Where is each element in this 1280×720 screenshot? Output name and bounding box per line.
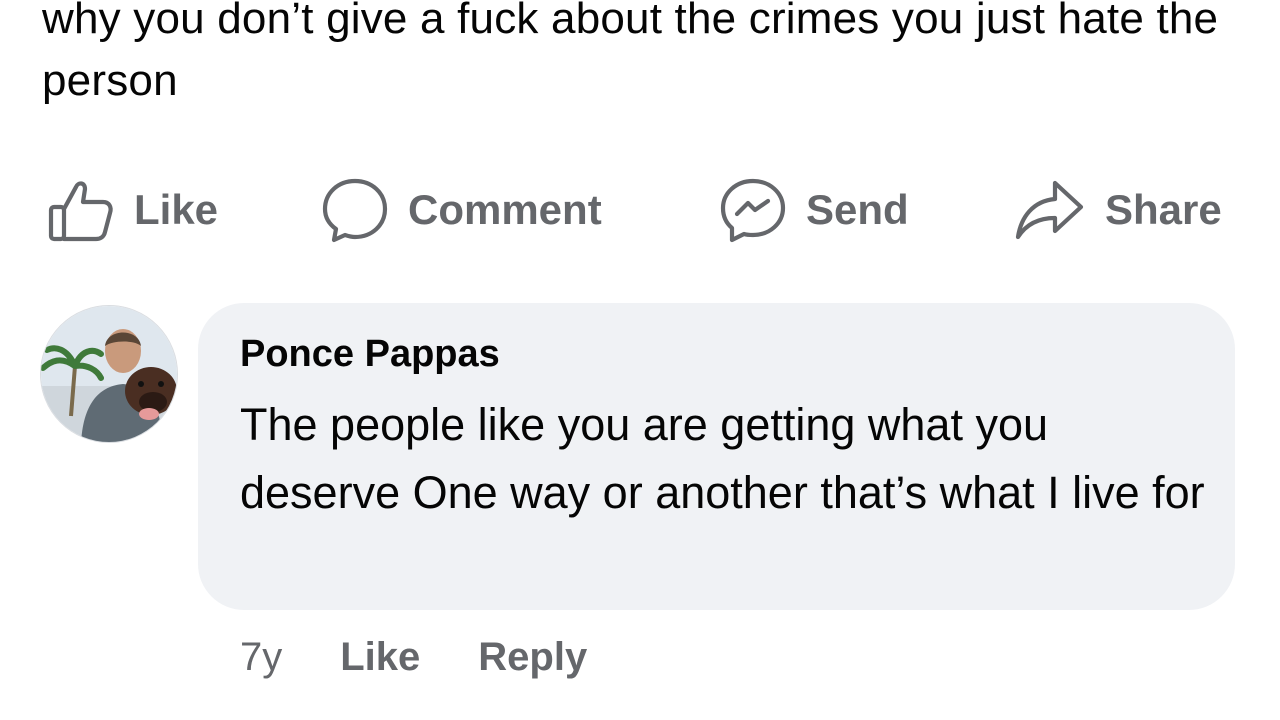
comment-label: Comment bbox=[408, 186, 602, 233]
comment-button[interactable]: Comment bbox=[322, 170, 602, 250]
thumbs-up-icon bbox=[48, 177, 114, 243]
comment-reply-button[interactable]: Reply bbox=[478, 635, 587, 680]
comment-timestamp[interactable]: 7y bbox=[240, 635, 282, 680]
share-label: Share bbox=[1105, 186, 1222, 233]
like-button[interactable]: Like bbox=[48, 170, 218, 250]
comment-meta: 7y Like Reply bbox=[240, 625, 645, 689]
send-button[interactable]: Send bbox=[720, 170, 909, 250]
post-text: why you don’t give a fuck about the crim… bbox=[42, 0, 1219, 105]
post-action-bar: Like Comment Send Share bbox=[0, 170, 1280, 250]
commenter-name[interactable]: Ponce Pappas bbox=[240, 333, 500, 376]
messenger-icon bbox=[720, 177, 786, 243]
comment-text: The people like you are getting what you… bbox=[240, 399, 1205, 518]
comment-bubble-icon bbox=[322, 177, 388, 243]
send-label: Send bbox=[806, 186, 909, 233]
commenter-avatar[interactable] bbox=[40, 305, 178, 443]
share-arrow-icon bbox=[1015, 177, 1085, 243]
comment-bubble: Ponce Pappas The people like you are get… bbox=[198, 303, 1235, 610]
like-label: Like bbox=[134, 186, 219, 233]
share-button[interactable]: Share bbox=[1015, 170, 1222, 250]
comment-like-button[interactable]: Like bbox=[340, 635, 420, 680]
